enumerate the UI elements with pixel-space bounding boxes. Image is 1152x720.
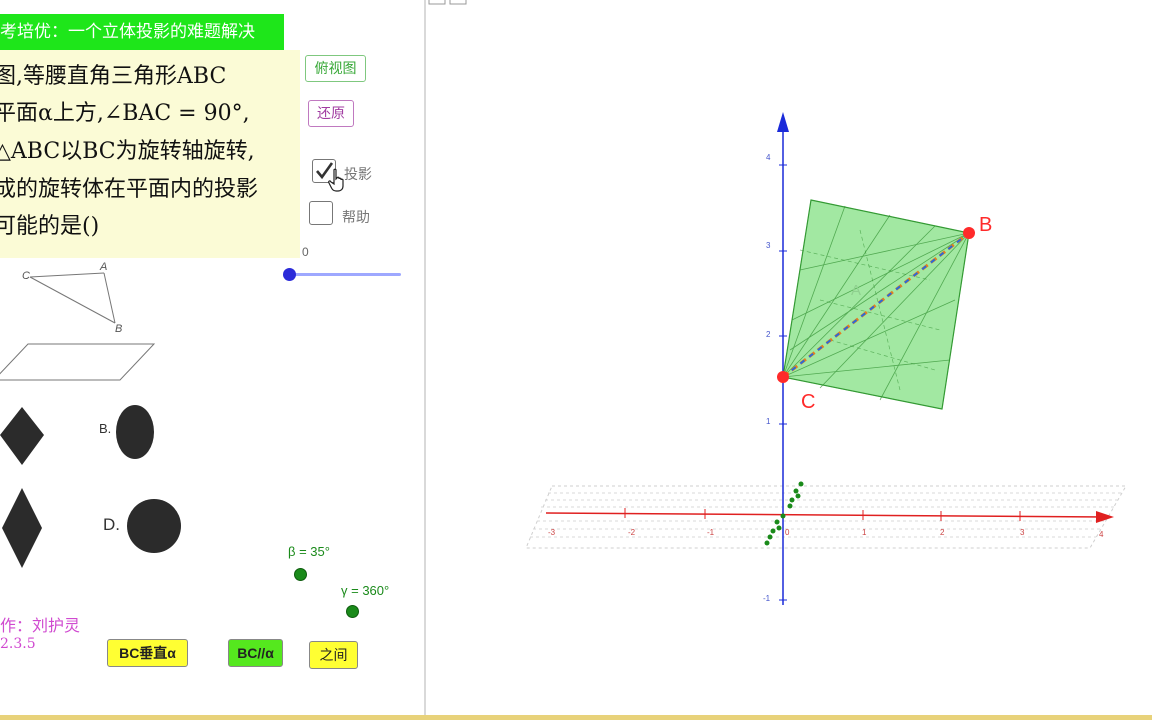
figure-label-c: C [22,270,30,282]
option-d-label: D. [103,515,120,534]
plane-alpha [0,343,156,381]
problem-line-2: 平面α上方,∠BAC = 90°, [0,101,250,126]
figure-label-a: A [99,261,107,273]
x-tick-0: 0 [785,528,790,537]
slider-value: 0 [302,245,309,259]
bc-parallel-button[interactable]: BC//α [228,639,283,667]
x-tick-1: 1 [862,528,867,537]
graphics-3d-view[interactable]: -3 -2 -1 0 1 2 3 4 4 3 2 1 -1 A B C [426,0,1152,715]
hand-cursor-icon [328,168,344,192]
title-bar: 考培优：一个立体投影的难题解决 [0,14,284,50]
x-tick-m3: -3 [548,528,556,537]
restore-button[interactable]: 还原 [308,100,354,127]
gamma-label: γ = 360° [341,583,390,598]
z-axis-arrow [777,112,789,132]
help-checkbox[interactable] [309,201,333,225]
x-tick-3: 3 [1020,528,1025,537]
figure-label-b: B [115,323,122,335]
beta-point[interactable] [294,568,307,581]
point-b-label: B [979,214,992,236]
point-c-label: C [801,391,815,413]
problem-line-3: △ABC以BC为旋转轴旋转, [0,139,255,164]
z-tick-1: 1 [766,417,771,426]
x-tick-2: 2 [940,528,945,537]
z-tick-m1: -1 [763,594,771,603]
option-b-ellipse [116,405,154,459]
z-tick-4: 4 [766,153,771,162]
problem-line-1: 图,等腰直角三角形ABC [0,64,227,89]
problem-line-5: 可能的是() [0,214,100,239]
figure-triangle-plane: C A B [0,261,156,381]
bc-perpendicular-button[interactable]: BC垂直α [107,639,188,667]
option-b-label: B. [99,421,112,436]
projection-label: 投影 [344,166,372,182]
slider-knob[interactable] [283,268,296,281]
x-axis [545,512,1107,518]
beta-label: β = 35° [288,544,330,559]
z-tick-3: 3 [766,241,771,250]
x-tick-m1: -1 [707,528,715,537]
point-b[interactable] [963,227,975,239]
author-label: 作：刘护灵 [0,616,81,635]
option-d-circle [127,499,181,553]
rotation-solid: A [782,199,970,410]
scene-3d: -3 -2 -1 0 1 2 3 4 4 3 2 1 -1 A B C [525,112,1127,605]
projection-trace [764,481,804,546]
z-tick-2: 2 [766,330,771,339]
problem-text-box: 图,等腰直角三角形ABC 平面α上方,∠BAC = 90°, △ABC以BC为旋… [0,50,300,258]
version-label: 2.3.5 [0,636,36,652]
title-text: 考培优：一个立体投影的难题解决 [0,22,255,42]
top-view-button[interactable]: 俯视图 [305,55,366,82]
problem-line-4: 成的旋转体在平面内的投影 [0,177,259,202]
left-panel: 考培优：一个立体投影的难题解决 图,等腰直角三角形ABC 平面α上方,∠BAC … [0,0,424,715]
slider-track[interactable] [290,273,401,276]
help-label: 帮助 [342,209,370,225]
x-tick-4: 4 [1099,530,1104,539]
bottom-status-bar [0,715,1152,720]
option-c-rhombus [2,488,42,568]
point-c[interactable] [777,371,789,383]
between-button[interactable]: 之间 [309,641,358,669]
option-a-rhombus [0,407,44,465]
point-a-label: A [851,282,861,299]
x-tick-m2: -2 [628,528,636,537]
gamma-point[interactable] [346,605,359,618]
